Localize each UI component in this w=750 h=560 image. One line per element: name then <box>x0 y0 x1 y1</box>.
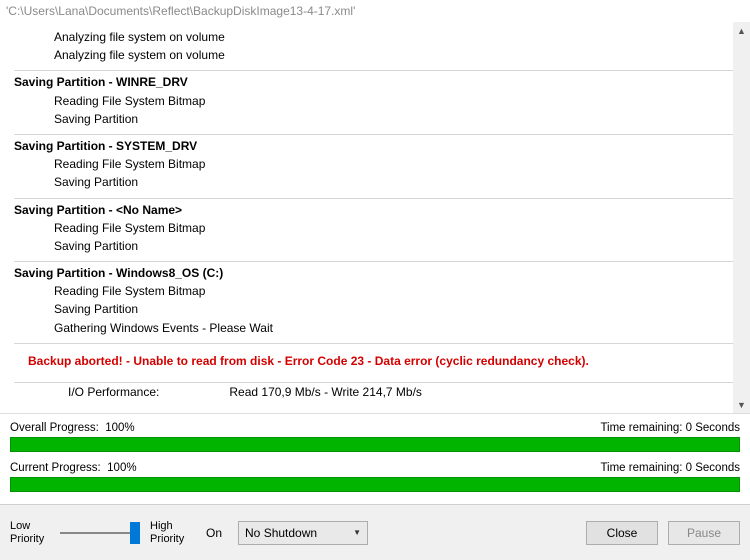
log-line: Saving Partition <box>14 300 730 318</box>
scroll-up-icon[interactable]: ▲ <box>733 22 750 39</box>
io-performance-label: I/O Performance: <box>68 385 159 399</box>
window-title: 'C:\Users\Lana\Documents\Reflect\BackupD… <box>0 0 750 22</box>
chevron-down-icon: ▼ <box>353 528 361 537</box>
separator <box>14 382 744 383</box>
separator <box>14 261 744 262</box>
separator <box>14 134 744 135</box>
current-progress-label: Current Progress: 100% <box>10 462 137 474</box>
overall-progress-bar <box>10 437 740 452</box>
log-line: Reading File System Bitmap <box>14 219 730 237</box>
log-panel: Analyzing file system on volume Analyzin… <box>0 22 750 414</box>
log-line: Analyzing file system on volume <box>14 46 730 64</box>
low-priority-label: LowPriority <box>10 520 50 544</box>
log-line: Reading File System Bitmap <box>14 155 730 173</box>
pause-button: Pause <box>668 521 740 545</box>
log-line: Saving Partition <box>14 173 730 191</box>
shutdown-selected-value: No Shutdown <box>245 526 317 540</box>
scroll-down-icon[interactable]: ▼ <box>733 396 750 413</box>
overall-progress-label: Overall Progress: 100% <box>10 422 135 434</box>
io-performance-value: Read 170,9 Mb/s - Write 214,7 Mb/s <box>229 385 422 399</box>
partition-header: Saving Partition - SYSTEM_DRV <box>14 137 730 155</box>
on-label: On <box>206 526 222 540</box>
current-progress-bar <box>10 477 740 492</box>
shutdown-select[interactable]: No Shutdown ▼ <box>238 521 368 545</box>
separator <box>14 198 744 199</box>
partition-header: Saving Partition - Windows8_OS (C:) <box>14 264 730 282</box>
scrollbar[interactable]: ▲ ▼ <box>733 22 750 413</box>
error-message: Backup aborted! - Unable to read from di… <box>14 346 730 376</box>
log-line: Reading File System Bitmap <box>14 282 730 300</box>
current-time-remaining: Time remaining: 0 Seconds <box>600 462 740 474</box>
log-line: Analyzing file system on volume <box>14 28 730 46</box>
partition-header: Saving Partition - <No Name> <box>14 201 730 219</box>
log-line: Saving Partition <box>14 110 730 128</box>
slider-thumb[interactable] <box>130 522 140 544</box>
priority-slider[interactable] <box>60 521 140 545</box>
partition-header: Saving Partition - WINRE_DRV <box>14 73 730 91</box>
separator <box>14 70 744 71</box>
log-line: Reading File System Bitmap <box>14 92 730 110</box>
log-line: Gathering Windows Events - Please Wait <box>14 319 730 337</box>
close-button[interactable]: Close <box>586 521 658 545</box>
overall-time-remaining: Time remaining: 0 Seconds <box>600 422 740 434</box>
separator <box>14 343 744 344</box>
log-line: Saving Partition <box>14 237 730 255</box>
high-priority-label: HighPriority <box>150 520 190 544</box>
footer-bar: LowPriority HighPriority On No Shutdown … <box>0 504 750 560</box>
